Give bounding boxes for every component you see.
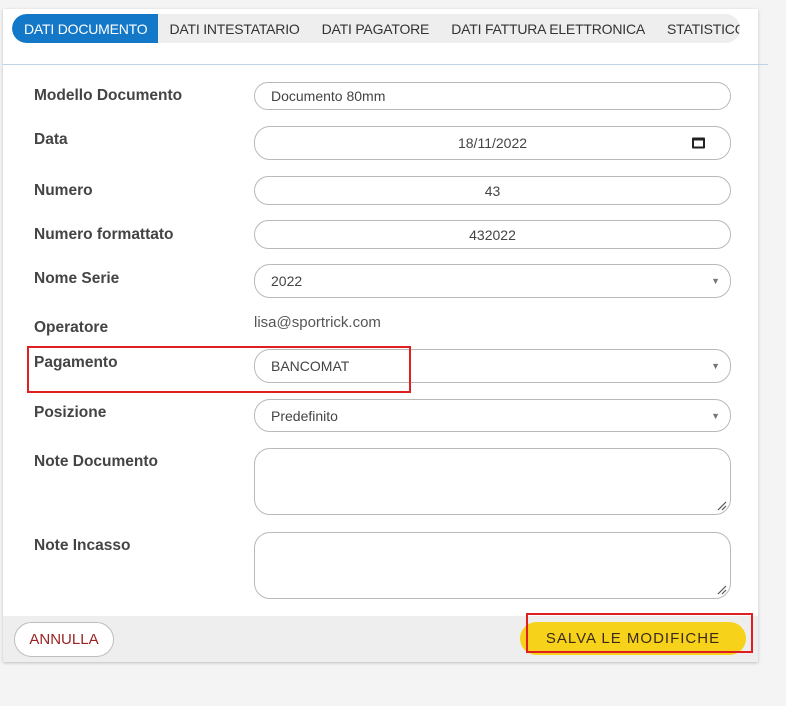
numero-label: Numero xyxy=(34,182,93,199)
pagamento-select[interactable]: BANCOMAT ▼ xyxy=(254,349,731,383)
nome-serie-select[interactable]: 2022 ▼ xyxy=(254,264,731,298)
note-documento-label: Note Documento xyxy=(34,453,158,470)
note-incasso-textarea[interactable] xyxy=(254,532,731,599)
chevron-down-icon: ▼ xyxy=(711,361,720,371)
pagamento-value: BANCOMAT xyxy=(271,358,350,374)
nome-serie-label: Nome Serie xyxy=(34,270,120,287)
chevron-down-icon: ▼ xyxy=(711,410,720,421)
tab-statistico[interactable]: STATISTICO xyxy=(656,14,740,43)
numero-formattato-value: 432022 xyxy=(469,226,516,243)
operatore-value: lisa@sportrick.com xyxy=(254,314,381,331)
pagamento-label: Pagamento xyxy=(34,354,118,371)
data-label: Data xyxy=(34,131,68,148)
numero-formattato-field[interactable]: 432022 xyxy=(254,220,731,249)
save-button[interactable]: SALVA LE MODIFICHE xyxy=(520,622,746,655)
nome-serie-value: 2022 xyxy=(271,273,303,289)
posizione-select[interactable]: Predefinito ▼ xyxy=(254,399,731,432)
tab-dati-documento[interactable]: DATI DOCUMENTO xyxy=(12,14,159,43)
cancel-button[interactable]: ANNULLA xyxy=(14,622,114,657)
posizione-value: Predefinito xyxy=(271,407,338,424)
modello-documento-field[interactable]: Documento 80mm xyxy=(254,82,731,110)
tab-dati-pagatore[interactable]: DATI PAGATORE xyxy=(311,14,441,43)
modello-documento-value: Documento 80mm xyxy=(271,88,386,104)
tab-dati-intestatario[interactable]: DATI INTESTATARIO xyxy=(158,14,310,43)
calendar-icon[interactable] xyxy=(692,137,705,149)
tab-dati-fattura-elettronica[interactable]: DATI FATTURA ELETTRONICA xyxy=(440,14,656,43)
numero-value: 43 xyxy=(484,182,501,199)
data-field[interactable]: 18/11/2022 xyxy=(254,126,731,160)
note-incasso-label: Note Incasso xyxy=(34,537,131,554)
tab-bar: DATI DOCUMENTO DATI INTESTATARIO DATI PA… xyxy=(12,14,740,43)
resize-grip-icon[interactable] xyxy=(716,584,727,595)
numero-field[interactable]: 43 xyxy=(254,176,731,205)
numero-formattato-label: Numero formattato xyxy=(34,226,174,243)
chevron-down-icon: ▼ xyxy=(711,276,720,286)
data-value: 18/11/2022 xyxy=(457,135,528,151)
resize-grip-icon[interactable] xyxy=(716,500,727,511)
note-documento-textarea[interactable] xyxy=(254,448,731,515)
modello-documento-label: Modello Documento xyxy=(34,87,183,104)
tab-divider xyxy=(3,64,768,65)
operatore-label: Operatore xyxy=(34,319,109,336)
posizione-label: Posizione xyxy=(34,404,107,421)
